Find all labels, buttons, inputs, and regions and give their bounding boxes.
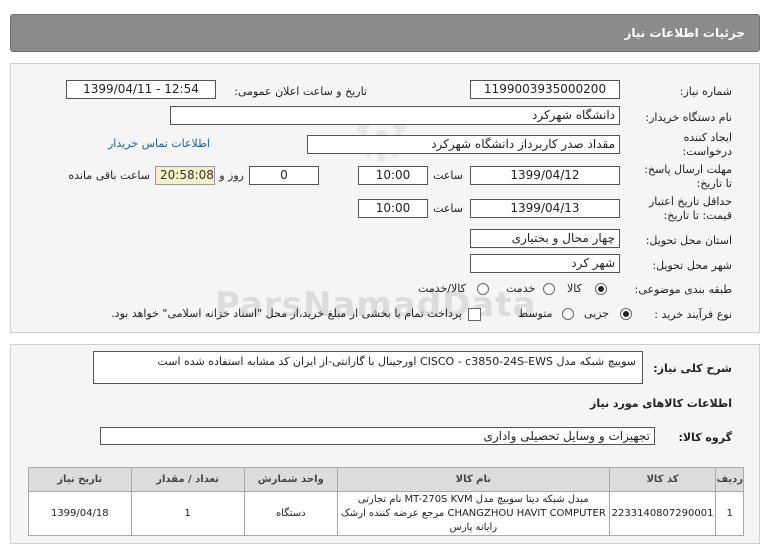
- validity-date-field: 1399/04/13: [470, 199, 620, 218]
- table-row: 1 2233140807290001 مبدل شبکه دیتا سوییچ …: [28, 491, 744, 536]
- treasury-payment-note: پرداخت تمام یا بخشی از مبلغ خرید،از محل …: [111, 307, 462, 320]
- province-label: استان محل تحویل:: [645, 234, 732, 247]
- category-option-goods: کالا: [567, 282, 582, 295]
- deadline-date-field: 1399/04/12: [470, 166, 620, 185]
- goods-table-header: ردیف کد کالا نام کالا واحد شمارش تعداد /…: [28, 467, 744, 492]
- description-label: شرح کلی نیاز:: [653, 362, 732, 375]
- row-date: 1399/04/18: [28, 491, 132, 536]
- goods-table: ردیف کد کالا نام کالا واحد شمارش تعداد /…: [28, 467, 744, 536]
- deadline-time-label: ساعت: [433, 169, 463, 182]
- process-radio-minor[interactable]: [620, 308, 632, 320]
- announce-field: 1399/04/11 - 12:54: [66, 80, 216, 99]
- remaining-time-label: ساعت باقی مانده: [68, 169, 150, 182]
- need-number-label: شماره نیاز:: [679, 85, 732, 98]
- process-radio-medium[interactable]: [562, 308, 574, 320]
- row-code: 2233140807290001: [608, 491, 717, 536]
- process-option-medium: متوسط: [518, 307, 553, 320]
- announce-label: تاریخ و ساعت اعلان عمومی:: [234, 85, 367, 98]
- validity-time-field: 10:00: [358, 199, 428, 218]
- remaining-time-field: 20:58:08: [155, 166, 215, 185]
- page-header: جزئیات اطلاعات نیاز: [10, 14, 760, 52]
- goods-group-field: تجهیزات و وسایل تحصیلی واداری: [100, 427, 655, 445]
- col-index: ردیف: [715, 467, 744, 492]
- buyer-field: دانشگاه شهرکرد: [170, 106, 620, 125]
- creator-label-line2: درخواست:: [682, 145, 732, 158]
- row-unit: دستگاه: [243, 491, 338, 536]
- row-index: 1: [715, 491, 744, 536]
- col-qty: تعداد / مقدار: [130, 467, 245, 492]
- col-code: کد کالا: [608, 467, 717, 492]
- creator-field: مقداد صدر کاربرداز دانشگاه شهرکرد: [307, 135, 620, 154]
- city-label: شهر محل تحویل:: [652, 259, 732, 272]
- process-option-minor: جزیی: [584, 307, 610, 320]
- goods-section-title: اطلاعات کالاهای مورد نیاز: [590, 397, 732, 410]
- days-field: 0: [249, 166, 319, 185]
- category-radio-goods-service[interactable]: [477, 283, 489, 295]
- treasury-payment-checkbox[interactable]: [468, 308, 481, 321]
- days-label: روز و: [219, 169, 244, 182]
- province-field: چهار محال و بختیاری: [470, 229, 620, 248]
- category-radio-goods[interactable]: [595, 283, 607, 295]
- col-date: تاریخ نیاز: [28, 467, 132, 492]
- validity-label-line2: قیمت: تا تاریخ:: [663, 209, 732, 222]
- category-radio-service[interactable]: [543, 283, 555, 295]
- buyer-label: نام دستگاه خریدار:: [645, 111, 732, 124]
- city-field: شهر کرد: [470, 254, 620, 273]
- page-title: جزئیات اطلاعات نیاز: [624, 26, 745, 40]
- deadline-label-line2: تا تاریخ:: [696, 177, 732, 190]
- creator-label-line1: ایجاد کننده: [683, 131, 732, 144]
- process-label: نوع فرآیند خرید :: [654, 308, 732, 321]
- category-label: طبقه بندی موضوعی:: [634, 283, 732, 296]
- need-number-field: 1199003935000200: [470, 80, 620, 99]
- row-qty: 1: [130, 491, 245, 536]
- validity-label-line1: حداقل تاریخ اعتبار: [648, 195, 732, 208]
- category-option-goods-service: کالا/خدمت: [418, 282, 466, 295]
- col-name: نام کالا: [336, 467, 610, 492]
- category-option-service: خدمت: [506, 282, 536, 295]
- row-name: مبدل شبکه دیتا سوییچ مدل MT-270S KVM نام…: [336, 491, 610, 536]
- validity-time-label: ساعت: [433, 202, 463, 215]
- deadline-label-line1: مهلت ارسال پاسخ:: [644, 163, 732, 176]
- description-field: سوییچ شبکه مدل CISCO - c3850-24S-EWS اور…: [93, 351, 643, 384]
- deadline-time-field: 10:00: [358, 166, 428, 185]
- goods-group-label: گروه کالا:: [678, 431, 732, 444]
- col-unit: واحد شمارش: [243, 467, 338, 492]
- buyer-contact-link[interactable]: اطلاعات تماس خریدار: [108, 137, 210, 150]
